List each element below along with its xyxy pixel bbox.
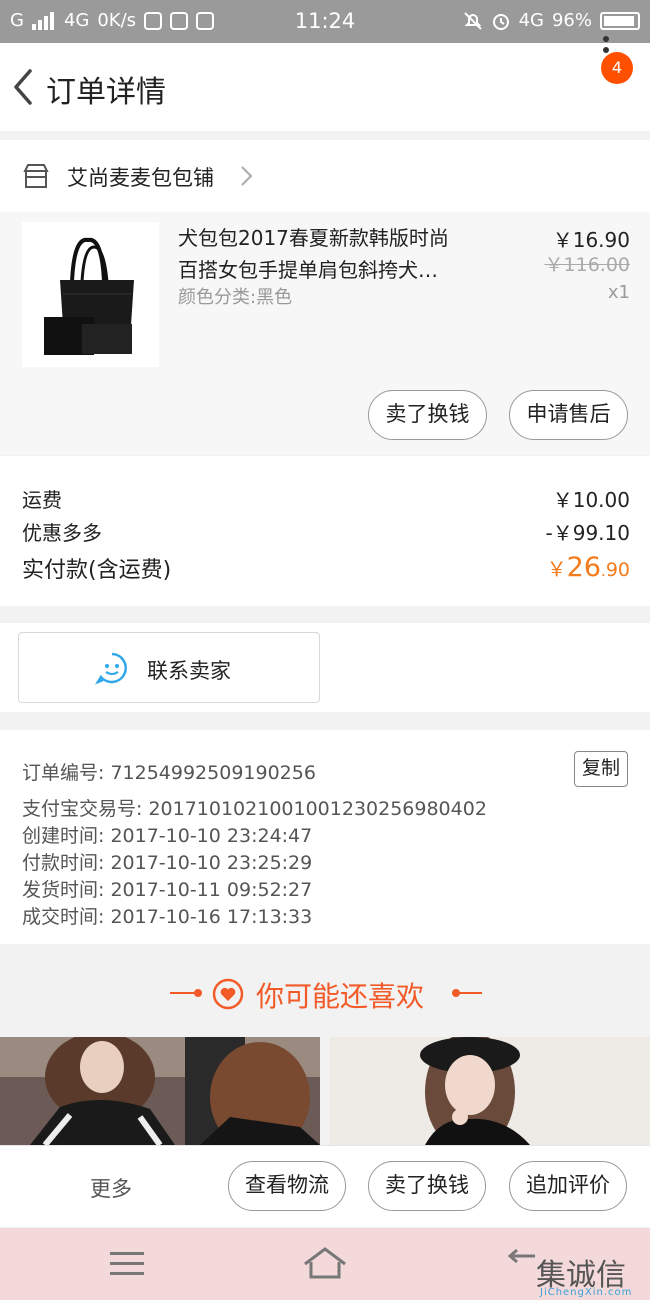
total-row: 实付款(含运费) ￥26.90 [22, 552, 630, 584]
status-bar: G 4G 0K/s 11:24 4G 96% [0, 0, 650, 43]
home-icon[interactable] [303, 1246, 347, 1280]
shipping-label: 运费 [22, 488, 62, 512]
sell-for-cash-button-bottom[interactable]: 卖了换钱 [368, 1161, 486, 1211]
add-review-button[interactable]: 追加评价 [509, 1161, 627, 1211]
chat-bubble-icon [95, 652, 127, 685]
created-time: 创建时间: 2017-10-10 23:24:47 [22, 825, 313, 847]
bottom-action-bar: 更多 查看物流 卖了换钱 追加评价 [0, 1145, 650, 1227]
product-title-line2: 百搭女包手提单肩包斜挎犬… [178, 258, 438, 282]
more-button[interactable]: 更多 [90, 1173, 132, 1203]
product-price: ￥16.90 [552, 228, 630, 252]
product-image[interactable] [22, 222, 159, 367]
recommend-title: 你可能还喜欢 [256, 980, 425, 1013]
divider-right [456, 992, 482, 994]
recommend-image-2 [330, 1037, 650, 1145]
watermark-url: JiChengXin.com [540, 1287, 633, 1298]
back-icon[interactable] [10, 67, 36, 107]
order-info: 订单编号: 71254992509190256 复制 支付宝交易号: 20171… [0, 730, 650, 944]
fee-summary: 运费 ￥10.00 优惠多多 -￥99.10 实付款(含运费) ￥26.90 [0, 456, 650, 606]
divider-dot-left [194, 989, 202, 997]
network-right: 4G [518, 10, 544, 31]
apply-after-sale-button[interactable]: 申请售后 [509, 390, 628, 440]
alarm-icon [492, 13, 509, 30]
heart-icon [212, 978, 244, 1010]
paid-time: 付款时间: 2017-10-10 23:25:29 [22, 852, 313, 874]
recommend-image-1 [0, 1037, 320, 1145]
header: 订单详情 [0, 43, 650, 131]
sell-for-cash-button[interactable]: 卖了换钱 [368, 390, 487, 440]
contact-seller-button[interactable]: 联系卖家 [18, 632, 320, 703]
shop-row[interactable]: 艾尚麦麦包包铺 [0, 140, 650, 212]
back-nav-icon[interactable] [505, 1248, 539, 1278]
product-card[interactable]: 犬包包2017春夏新款韩版时尚 百搭女包手提单肩包斜挎犬… 颜色分类:黑色 ￥1… [0, 212, 650, 455]
contact-seller-label: 联系卖家 [147, 659, 231, 683]
total-value: ￥26.90 [546, 552, 630, 583]
total-currency: ￥ [546, 557, 567, 581]
shipped-time: 发货时间: 2017-10-11 09:52:27 [22, 879, 313, 901]
product-sku: 颜色分类:黑色 [178, 287, 293, 308]
product-quantity: x1 [607, 282, 630, 303]
shop-name: 艾尚麦麦包包铺 [67, 166, 214, 190]
page-title: 订单详情 [46, 75, 166, 110]
notification-badge: 4 [601, 52, 633, 84]
shipping-row: 运费 ￥10.00 [22, 484, 630, 513]
total-label: 实付款(含运费) [22, 558, 172, 583]
recommend-item-2[interactable] [330, 1037, 650, 1145]
completed-time: 成交时间: 2017-10-16 17:13:33 [22, 906, 313, 928]
contact-section: 联系卖家 [0, 623, 650, 712]
total-integer: 26 [566, 552, 602, 583]
battery-percent: 96% [551, 10, 592, 31]
product-original-price: ￥116.00 [544, 254, 630, 276]
shipping-value: ￥10.00 [552, 488, 630, 512]
store-icon [23, 164, 49, 188]
discount-label: 优惠多多 [22, 521, 102, 545]
product-title: 犬包包2017春夏新款韩版时尚 百搭女包手提单肩包斜挎犬… [178, 222, 498, 286]
order-number: 订单编号: 71254992509190256 [22, 762, 316, 784]
handbag-image [44, 237, 134, 355]
mute-icon [463, 11, 482, 30]
copy-button[interactable]: 复制 [574, 751, 628, 787]
recommend-header: 你可能还喜欢 [0, 945, 650, 1025]
alipay-trade-number: 支付宝交易号: 2017101021001001230256980402 [22, 798, 487, 820]
menu-icon[interactable] [110, 1250, 144, 1278]
product-title-line1: 犬包包2017春夏新款韩版时尚 [178, 226, 449, 250]
chevron-right-icon [241, 166, 253, 186]
battery-icon [600, 11, 640, 30]
recommend-item-1[interactable] [0, 1037, 320, 1145]
total-decimal: 90 [605, 559, 630, 581]
view-logistics-button[interactable]: 查看物流 [228, 1161, 346, 1211]
discount-row: 优惠多多 -￥99.10 [22, 517, 630, 546]
discount-value: -￥99.10 [545, 521, 630, 545]
